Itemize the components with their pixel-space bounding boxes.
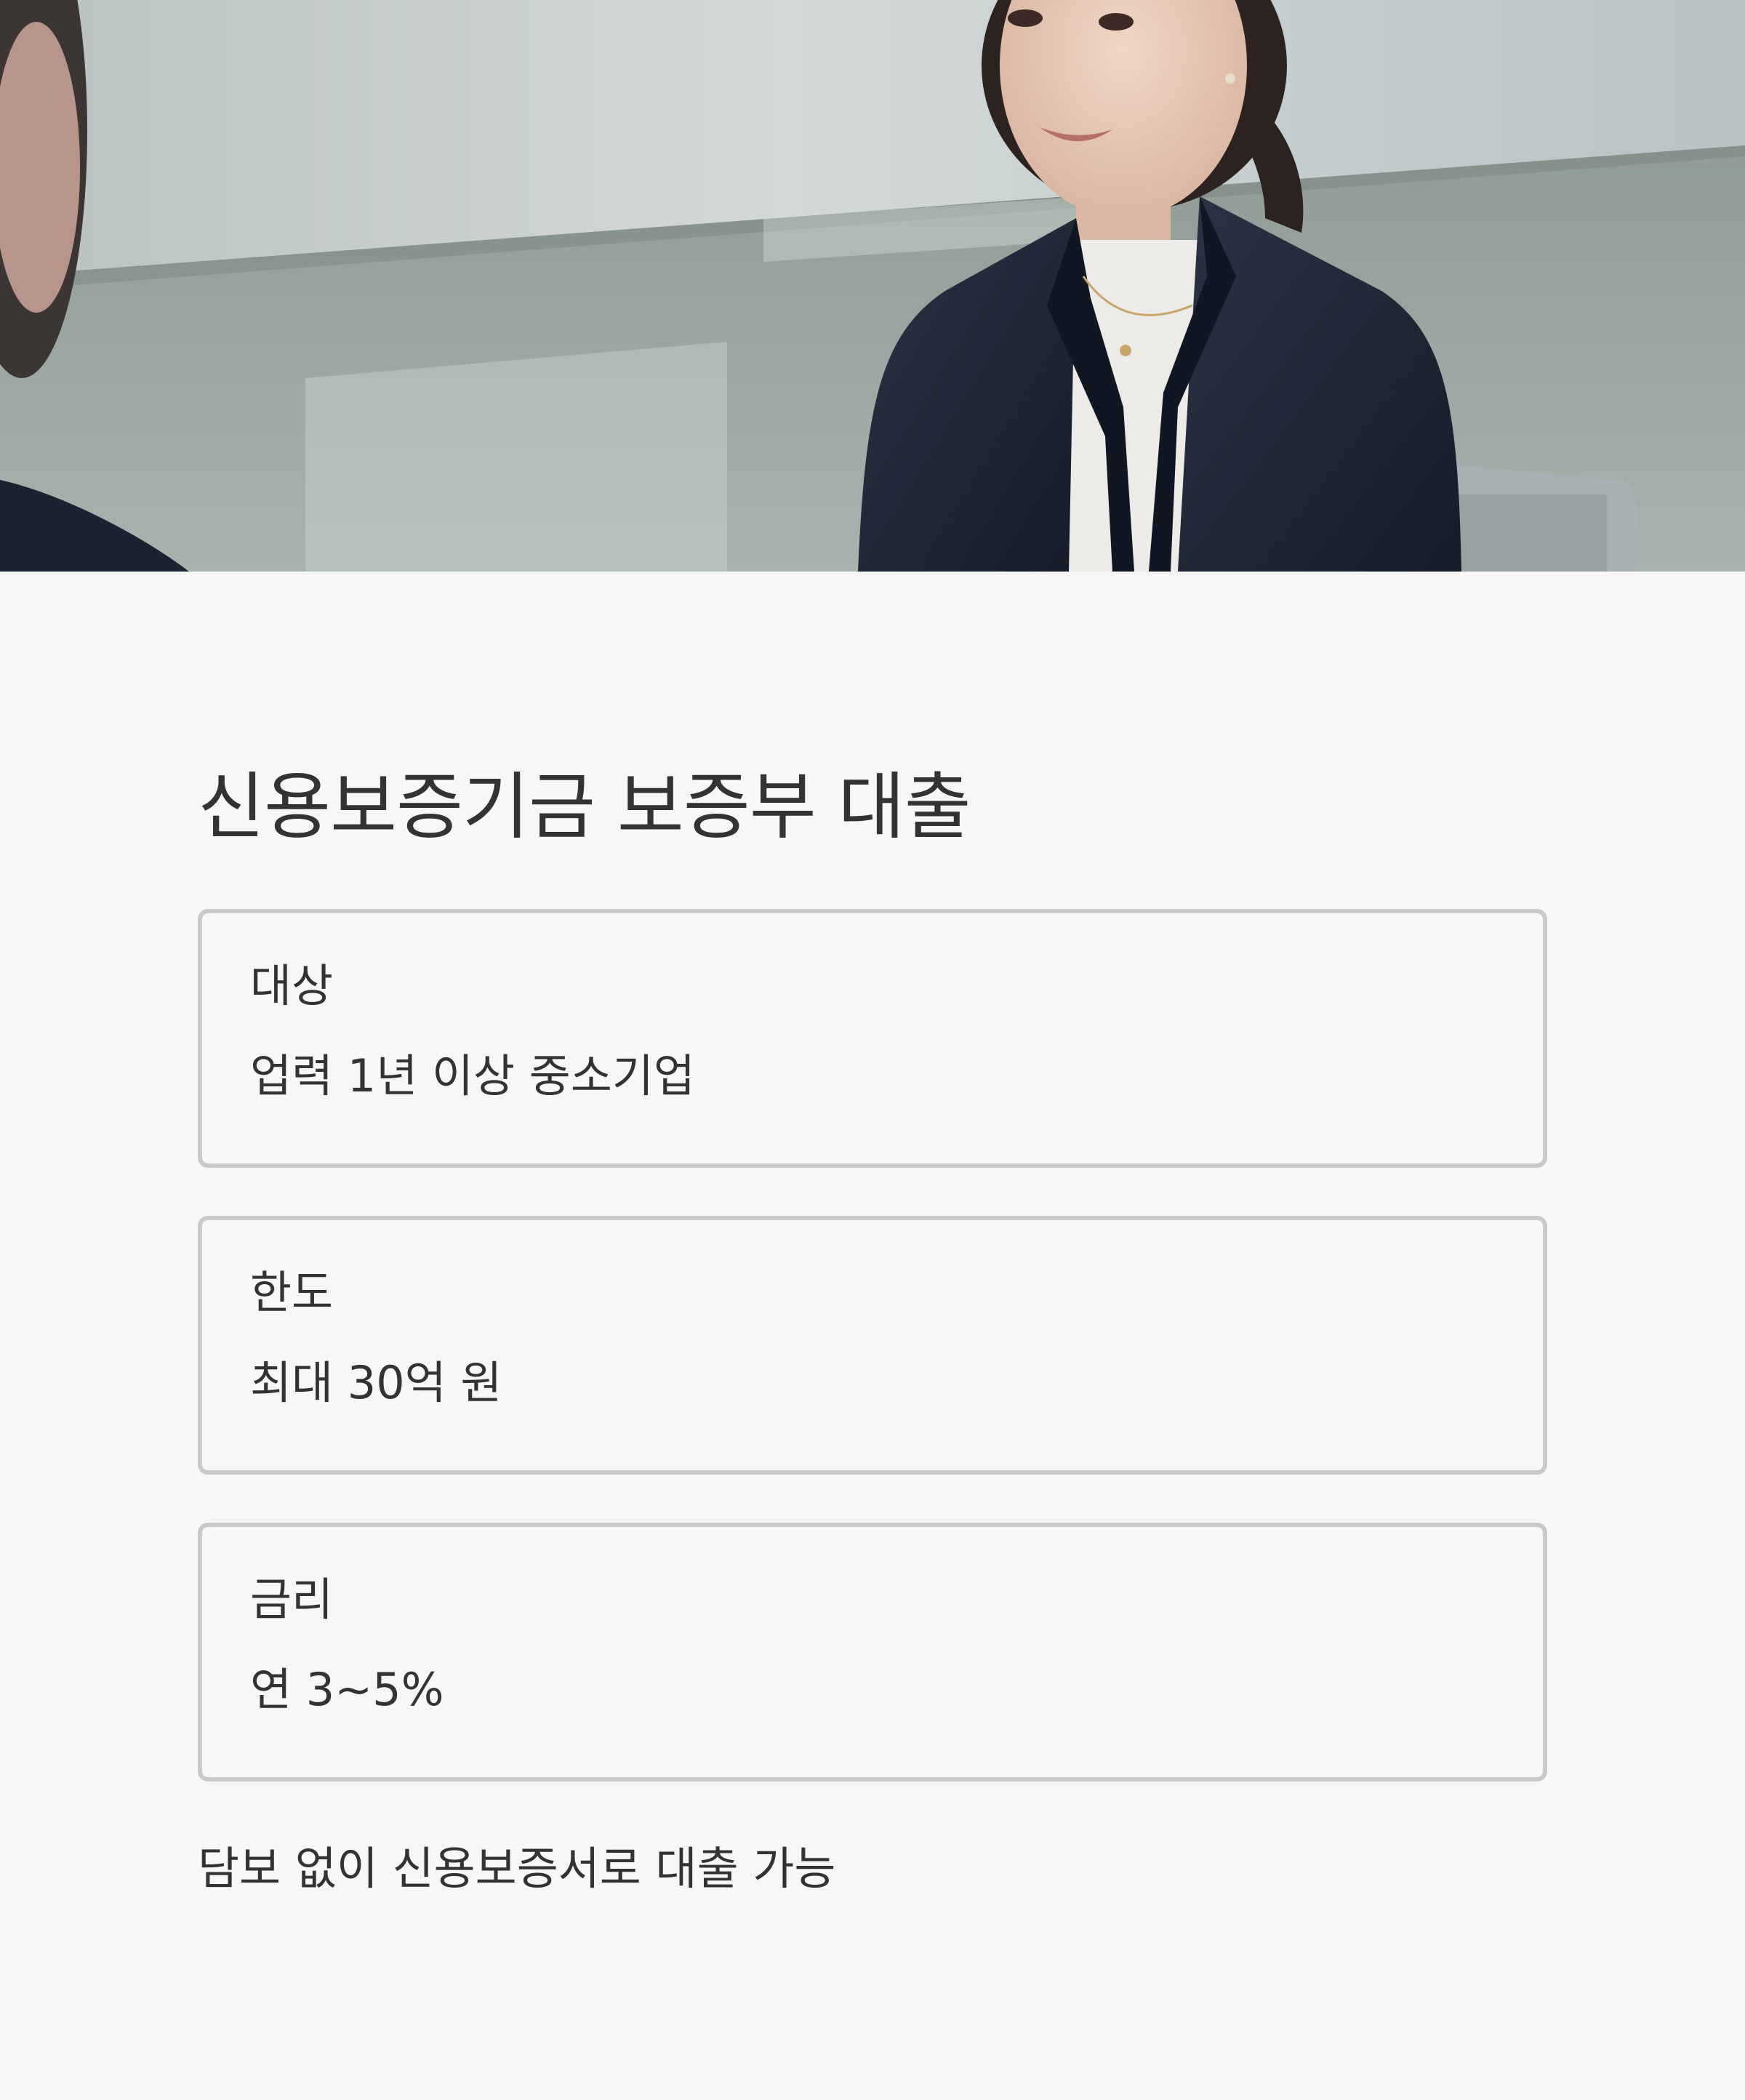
info-card-target: 대상 업력 1년 이상 중소기업 <box>198 909 1547 1168</box>
hero-photo <box>0 0 1745 572</box>
card-label: 금리 <box>250 1573 334 1626</box>
footnote-text: 담보 없이 신용보증서로 대출 가능 <box>198 1842 836 1895</box>
info-card-interest-rate: 금리 연 3~5% <box>198 1523 1547 1782</box>
card-value: 최대 30억 원 <box>250 1356 502 1409</box>
hero-illustration <box>0 0 1745 572</box>
card-label: 대상 <box>250 959 334 1012</box>
card-label: 한도 <box>250 1266 334 1319</box>
info-card-limit: 한도 최대 30억 원 <box>198 1216 1547 1475</box>
card-value: 업력 1년 이상 중소기업 <box>250 1049 695 1102</box>
card-value: 연 3~5% <box>250 1663 444 1716</box>
main-content: 신용보증기금 보증부 대출 대상 업력 1년 이상 중소기업 한도 최대 30억… <box>198 756 1547 1895</box>
page-title: 신용보증기금 보증부 대출 <box>198 764 971 849</box>
